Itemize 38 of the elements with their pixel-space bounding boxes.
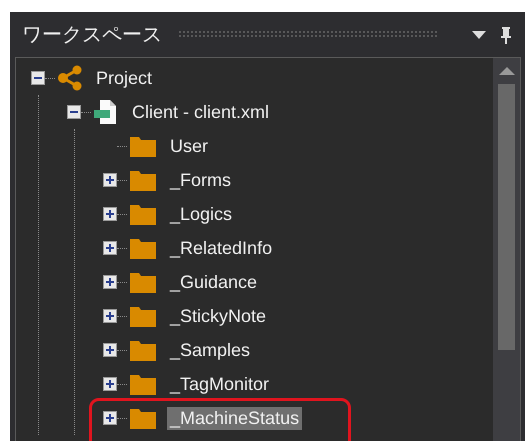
tree-item-label[interactable]: _Guidance bbox=[167, 270, 260, 294]
scroll-up-icon[interactable] bbox=[498, 66, 516, 76]
expand-icon[interactable] bbox=[103, 377, 117, 391]
tree-item-label[interactable]: Project bbox=[93, 66, 156, 90]
tree-item-label[interactable]: _Forms bbox=[167, 168, 234, 192]
tree-item-label[interactable]: _Samples bbox=[167, 338, 254, 362]
expand-icon[interactable] bbox=[103, 241, 117, 255]
expand-icon[interactable] bbox=[103, 275, 117, 289]
tree-item-label[interactable]: _Logics bbox=[167, 202, 236, 226]
tree-item-label[interactable]: _RelatedInfo bbox=[167, 236, 276, 260]
expand-icon[interactable] bbox=[103, 411, 117, 425]
folder-icon bbox=[129, 270, 157, 294]
tree-item-label[interactable]: Client - client.xml bbox=[129, 100, 272, 124]
document-icon bbox=[93, 99, 119, 125]
tree-item-label[interactable]: _StickyNote bbox=[167, 304, 270, 328]
folder-icon bbox=[129, 168, 157, 192]
scrollbar[interactable] bbox=[493, 58, 520, 441]
panel-title: ワークスペース bbox=[22, 21, 162, 48]
collapse-icon[interactable] bbox=[67, 105, 81, 119]
pin-icon[interactable] bbox=[499, 26, 513, 44]
tree-item-label[interactable]: User bbox=[167, 134, 212, 158]
expand-icon[interactable] bbox=[103, 309, 117, 323]
folder-icon bbox=[129, 236, 157, 260]
tree-item-label[interactable]: _TagMonitor bbox=[167, 372, 272, 396]
scroll-thumb[interactable] bbox=[498, 84, 515, 350]
folder-icon bbox=[129, 338, 157, 362]
folder-icon bbox=[129, 304, 157, 328]
folder-icon bbox=[129, 202, 157, 226]
dropdown-icon[interactable] bbox=[471, 30, 487, 40]
folder-icon bbox=[129, 134, 157, 158]
folder-icon bbox=[129, 406, 157, 430]
tree-item-label[interactable]: _MachineStatus bbox=[167, 406, 302, 430]
expand-icon[interactable] bbox=[103, 173, 117, 187]
expand-icon[interactable] bbox=[103, 207, 117, 221]
share-icon bbox=[57, 65, 83, 91]
expand-icon[interactable] bbox=[103, 343, 117, 357]
collapse-icon[interactable] bbox=[31, 71, 45, 85]
folder-icon bbox=[129, 372, 157, 396]
